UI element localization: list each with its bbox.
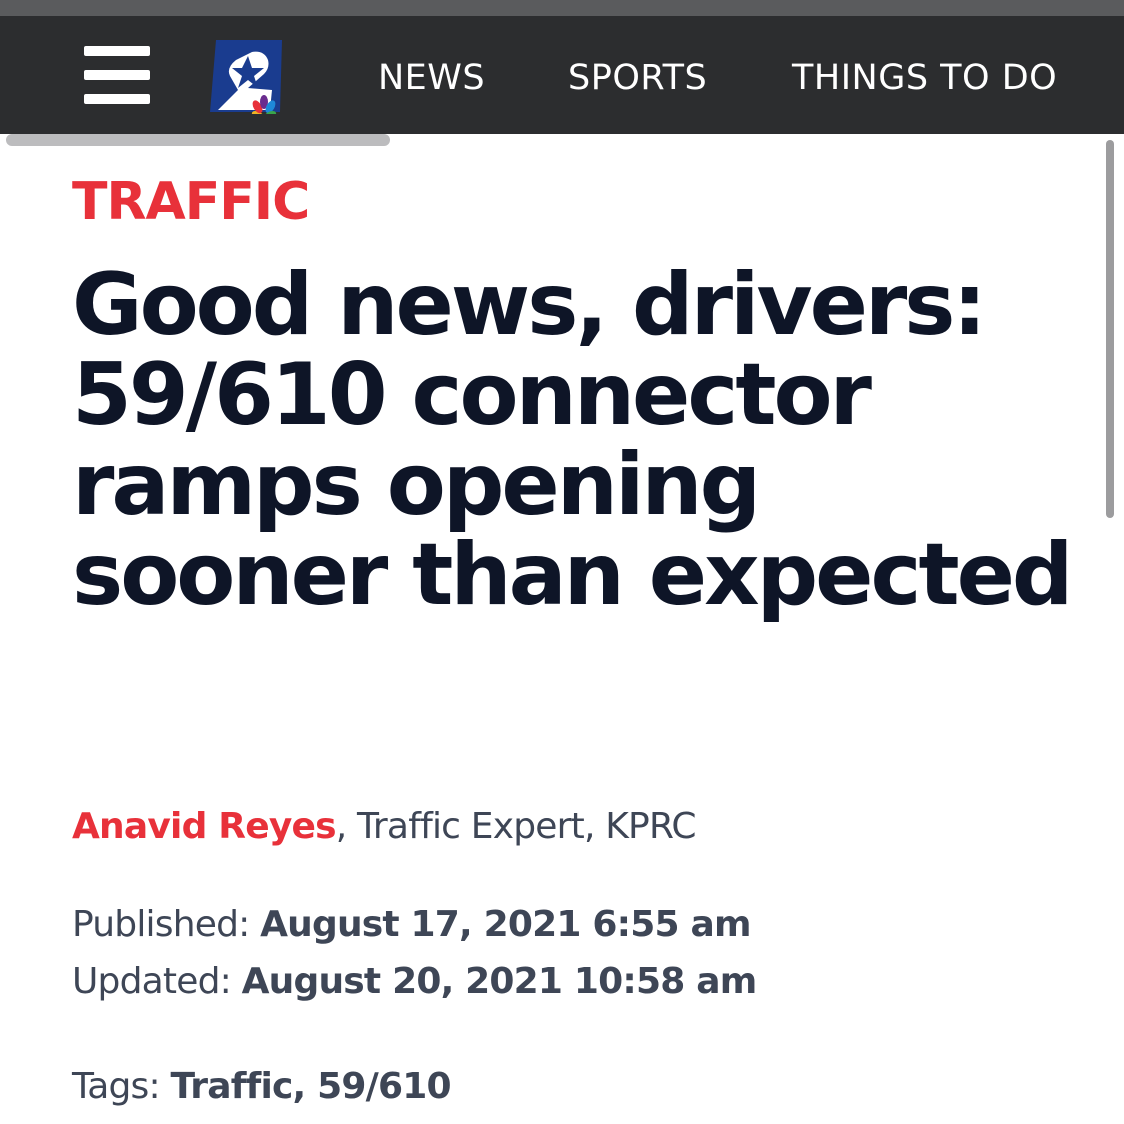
updated-value: August 20, 2021 10:58 am [241,961,758,1002]
vertical-scrollbar[interactable] [1106,140,1114,518]
browser-top-strip [0,0,1124,16]
tag-59-610-link[interactable]: 59/610 [317,1066,451,1107]
menu-bar [84,94,150,104]
section-label[interactable]: TRAFFIC [72,172,310,232]
nav-sports-link[interactable]: SPORTS [568,56,707,100]
updated-label: Updated: [72,961,242,1002]
site-header: NEWS SPORTS THINGS TO DO [0,16,1124,146]
menu-bar [84,46,150,56]
tags-label: Tags: [72,1066,171,1107]
article-headline: Good news, drivers: 59/610 connector ram… [72,255,1073,625]
kprc-channel-2-logo-icon[interactable] [208,38,284,114]
byline: Anavid Reyes, Traffic Expert, KPRC [72,806,697,850]
published-label: Published: [72,904,261,945]
published-value: August 17, 2021 6:55 am [260,904,751,945]
tag-traffic-link[interactable]: Traffic [170,1066,293,1107]
horizontal-scrollbar[interactable] [6,134,390,146]
tag-separator: , [292,1066,318,1107]
nav-things-to-do-link[interactable]: THINGS TO DO [792,56,1057,100]
nav-news-link[interactable]: NEWS [378,56,485,100]
menu-bar [84,70,150,80]
tags-line: Tags: Traffic, 59/610 [72,1066,452,1112]
updated-date: Updated: August 20, 2021 10:58 am [72,961,758,1007]
published-date: Published: August 17, 2021 6:55 am [72,904,751,950]
menu-icon[interactable] [84,46,150,104]
author-role: , Traffic Expert, KPRC [335,806,697,847]
author-link[interactable]: Anavid Reyes [72,806,337,847]
